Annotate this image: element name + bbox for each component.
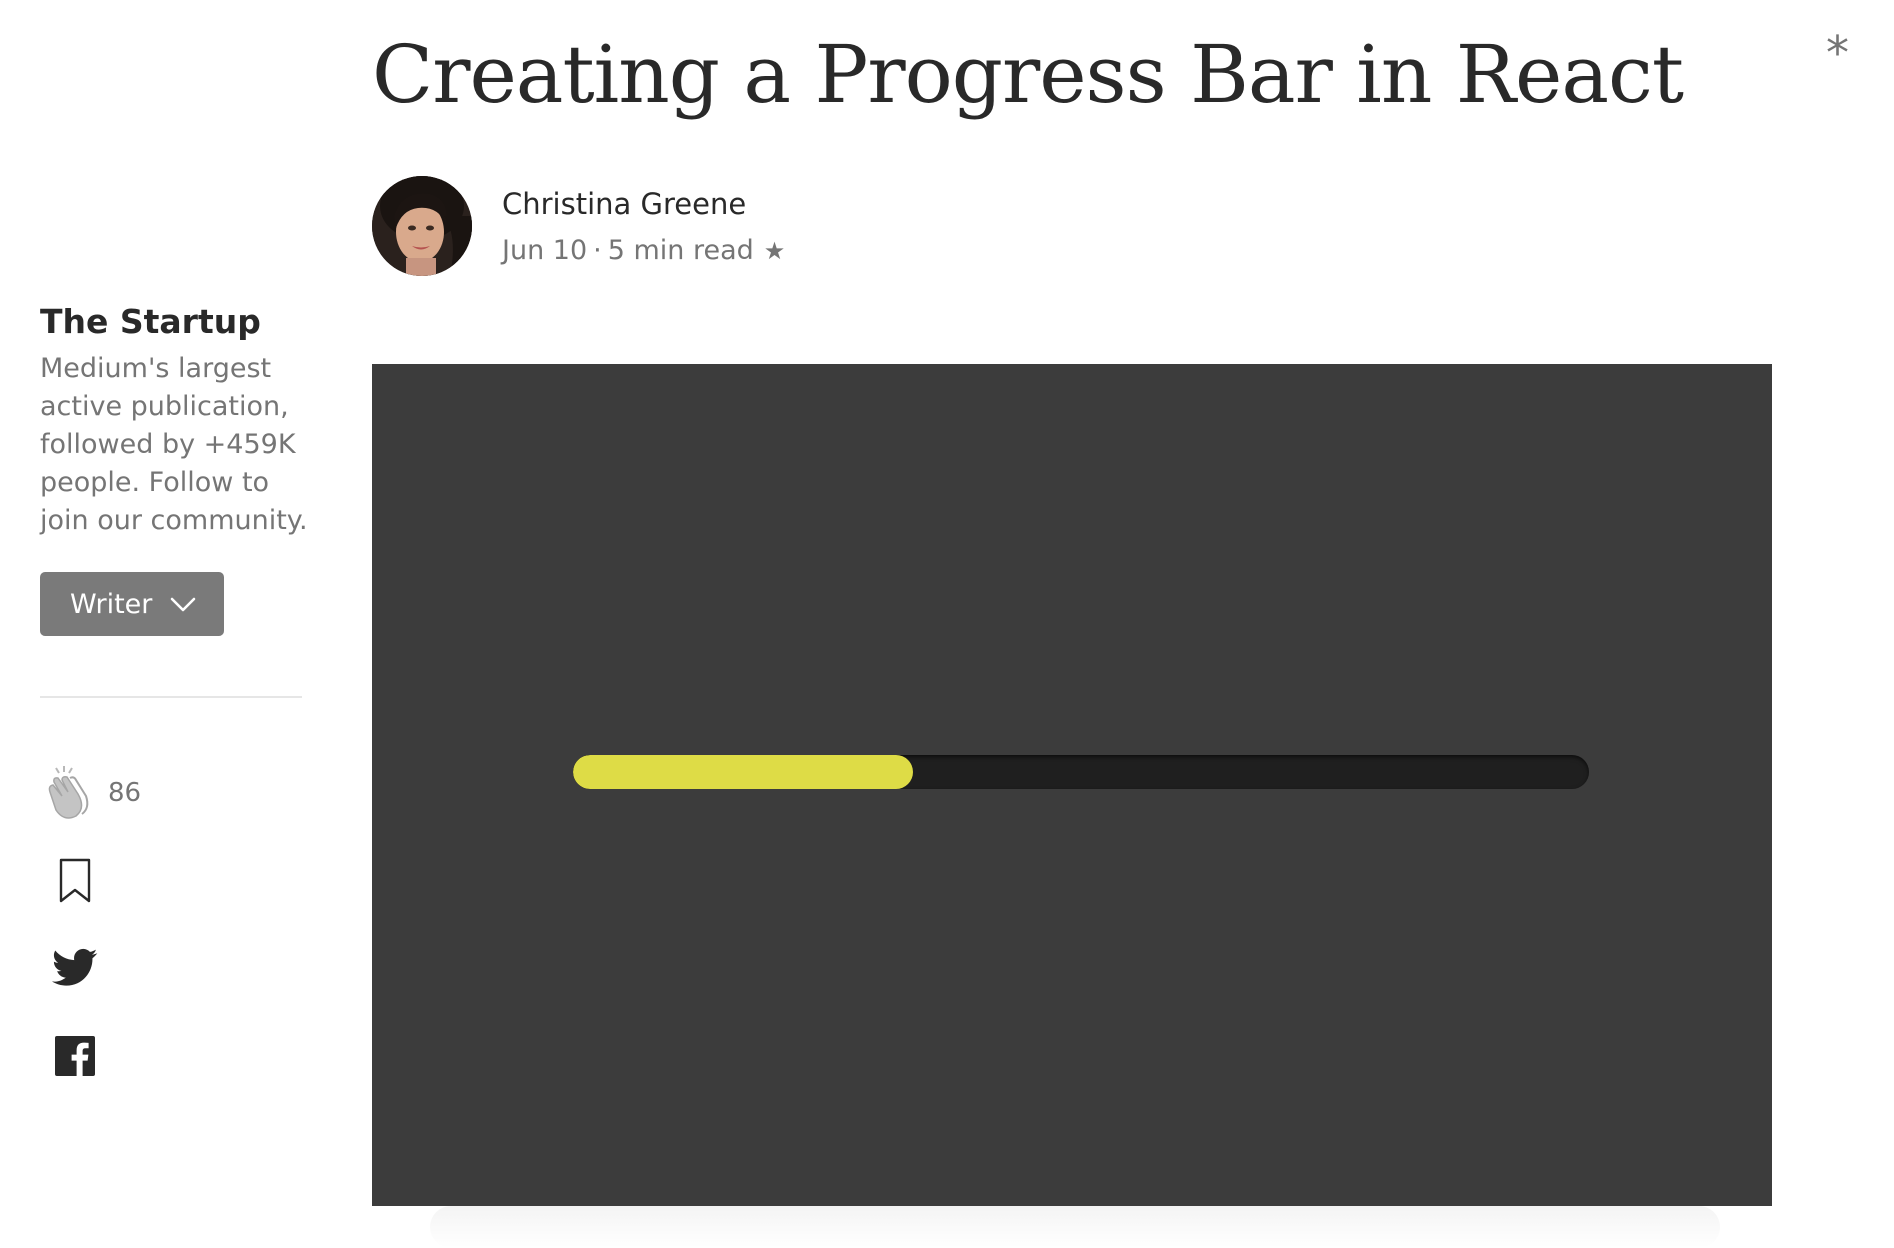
article-page: Creating a Progress Bar in React * Chris… (0, 0, 1894, 1248)
read-time: 5 min read (607, 235, 754, 266)
writer-button-label: Writer (70, 588, 153, 620)
facebook-icon[interactable] (55, 1036, 95, 1076)
bookmark-icon[interactable] (58, 858, 92, 904)
hero-caption-shadow (430, 1206, 1720, 1248)
chevron-down-icon (170, 589, 196, 620)
hero-image (372, 364, 1772, 1206)
progress-bar-track (573, 755, 1589, 789)
meta-separator: · (593, 235, 602, 266)
publication-description: Medium's largest active publication, fol… (40, 353, 308, 536)
twitter-icon[interactable] (52, 948, 98, 988)
article-title: Creating a Progress Bar in React (372, 28, 1684, 121)
clap-icon[interactable] (40, 764, 96, 820)
writer-button[interactable]: Writer (40, 572, 224, 636)
sidebar-divider (40, 696, 302, 698)
progress-bar-fill (573, 755, 914, 789)
avatar-image (372, 176, 472, 276)
clap-count: 86 (108, 778, 142, 808)
article-meta: Jun 10 · 5 min read ★ (502, 232, 785, 270)
asterisk-icon[interactable]: * (1826, 30, 1849, 76)
author-avatar[interactable] (372, 176, 472, 276)
publication-name[interactable]: The Startup (40, 300, 261, 344)
publish-date: Jun 10 (502, 235, 588, 266)
author-name[interactable]: Christina Greene (502, 184, 746, 224)
member-star-icon: ★ (763, 237, 786, 265)
